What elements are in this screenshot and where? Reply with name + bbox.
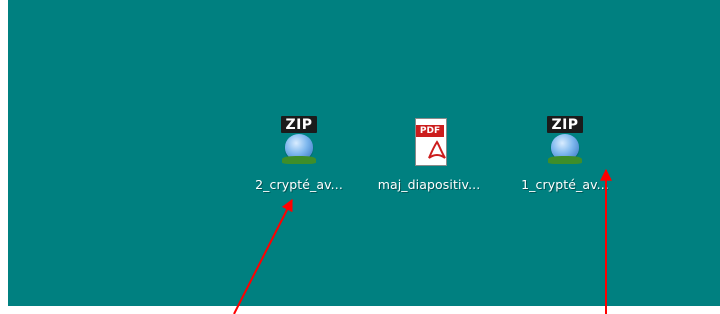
desktop-icon-label: maj_diapositiv... <box>377 177 481 192</box>
desktop-icon-pdf[interactable]: PDF maj_diapositiv... <box>370 116 488 206</box>
desktop-icon-label: 1_crypté_av... <box>521 177 609 192</box>
desktop-icon-zip-1[interactable]: ZIP 1_crypté_av... <box>506 116 624 206</box>
pdf-badge: PDF <box>416 125 444 137</box>
zip-badge: ZIP <box>281 116 317 133</box>
adobe-logo-icon <box>428 140 446 159</box>
zip-badge: ZIP <box>547 116 583 133</box>
desktop-icon-label: 2_crypté_av... <box>255 177 343 192</box>
zip-archive-icon: ZIP <box>279 116 319 168</box>
pdf-document-icon: PDF <box>409 116 449 168</box>
zip-archive-icon: ZIP <box>545 116 585 168</box>
desktop[interactable]: ZIP 2_crypté_av... PDF maj_diapositiv...… <box>8 0 720 306</box>
desktop-icon-zip-2[interactable]: ZIP 2_crypté_av... <box>240 116 358 206</box>
